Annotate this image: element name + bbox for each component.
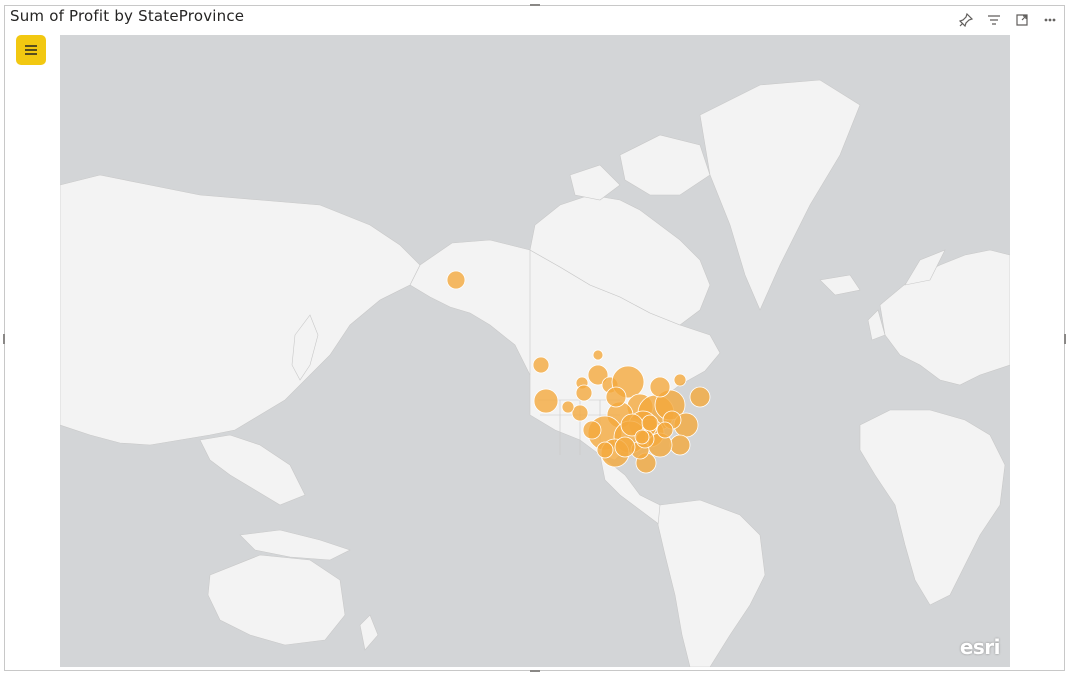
esri-logo: esri bbox=[959, 635, 1001, 659]
profit-bubble[interactable] bbox=[446, 270, 466, 290]
resize-handle-left[interactable] bbox=[3, 334, 5, 344]
profit-bubble[interactable] bbox=[561, 400, 575, 414]
profit-bubbles-layer bbox=[446, 270, 711, 474]
profit-bubble[interactable] bbox=[596, 441, 614, 459]
visual-title: Sum of Profit by StateProvince bbox=[10, 7, 245, 25]
map-menu-button[interactable] bbox=[16, 35, 46, 65]
profit-bubble[interactable] bbox=[673, 373, 687, 387]
profit-bubble[interactable] bbox=[614, 436, 636, 458]
profit-bubble[interactable] bbox=[592, 349, 604, 361]
profit-bubble[interactable] bbox=[571, 404, 589, 422]
profit-bubble[interactable] bbox=[669, 434, 691, 456]
profit-bubble[interactable] bbox=[575, 384, 593, 402]
profit-bubble[interactable] bbox=[689, 386, 711, 408]
profit-bubble[interactable] bbox=[656, 421, 674, 439]
profit-bubble[interactable] bbox=[582, 420, 602, 440]
profit-bubble[interactable] bbox=[533, 388, 559, 414]
hamburger-icon bbox=[25, 45, 37, 55]
visual-header-toolbar bbox=[956, 10, 1060, 30]
profit-bubble[interactable] bbox=[634, 429, 650, 445]
resize-handle-top[interactable] bbox=[530, 4, 540, 6]
filter-icon[interactable] bbox=[984, 10, 1004, 30]
more-options-icon[interactable] bbox=[1040, 10, 1060, 30]
profit-bubble[interactable] bbox=[605, 386, 627, 408]
map-canvas[interactable]: esri bbox=[60, 35, 1010, 667]
map-visual[interactable]: Sum of Profit by StateProvince esri bbox=[3, 4, 1066, 672]
resize-handle-bottom[interactable] bbox=[530, 670, 540, 672]
resize-handle-right[interactable] bbox=[1064, 334, 1066, 344]
profit-bubble[interactable] bbox=[649, 376, 671, 398]
pin-icon[interactable] bbox=[956, 10, 976, 30]
focus-mode-icon[interactable] bbox=[1012, 10, 1032, 30]
profit-bubble[interactable] bbox=[641, 414, 659, 432]
profit-bubble[interactable] bbox=[532, 356, 550, 374]
